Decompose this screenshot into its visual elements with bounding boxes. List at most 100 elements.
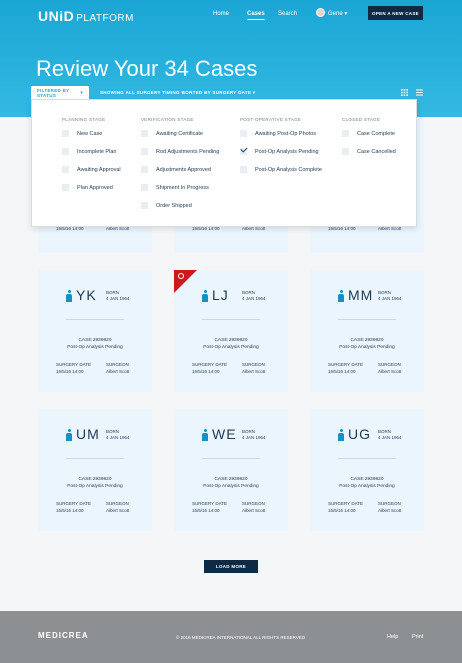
status-option[interactable]: Awaiting Certificate bbox=[141, 130, 203, 137]
checkbox[interactable] bbox=[62, 130, 69, 137]
list-view-icon[interactable] bbox=[416, 89, 423, 96]
alarm-clock-icon bbox=[178, 273, 184, 279]
status-option[interactable]: Post-Op Analysis Pending bbox=[240, 148, 319, 155]
checkbox[interactable] bbox=[240, 166, 247, 173]
surgeon-label: SURGEON bbox=[378, 501, 401, 506]
case-card[interactable]: YK BORN 4 JAN 1964 CASE 2939820 Post-Op A… bbox=[38, 270, 152, 392]
status-option[interactable]: Post-Op Analysis Complete bbox=[240, 166, 322, 173]
surgeon-value: Albert Scott bbox=[242, 369, 266, 374]
surgeon-label: SURGEON bbox=[106, 501, 129, 506]
checkbox[interactable] bbox=[141, 202, 148, 209]
status-option[interactable]: Incomplete Plan bbox=[62, 148, 116, 155]
patient-initials: YK bbox=[76, 287, 97, 303]
born-date: 4 JAN 1964 bbox=[106, 296, 130, 301]
case-card[interactable]: WE BORN 4 JAN 1964 CASE 2939820 Post-Op A… bbox=[174, 409, 288, 531]
surgery-date-value: 15/5/16 14:00 bbox=[328, 508, 356, 513]
status-option[interactable]: Plan Approved bbox=[62, 184, 113, 191]
option-label: Awaiting Approval bbox=[77, 166, 121, 173]
status-option[interactable]: Awaiting Post-Op Photos bbox=[240, 130, 316, 137]
user-menu[interactable]: Gene ▾ bbox=[328, 10, 347, 17]
status-option[interactable]: Awaiting Approval bbox=[62, 166, 121, 173]
person-icon bbox=[66, 429, 72, 441]
checkbox[interactable] bbox=[62, 148, 69, 155]
nav-search[interactable]: Search bbox=[278, 11, 297, 17]
born-info: BORN 4 JAN 1964 bbox=[378, 290, 402, 302]
status-option[interactable]: New Case bbox=[62, 130, 102, 137]
option-label: Plan Approved bbox=[77, 184, 113, 191]
born-date: 4 JAN 1964 bbox=[242, 435, 266, 440]
surgery-date-label: SURGERY DATE bbox=[328, 501, 364, 506]
help-link[interactable]: Help bbox=[387, 634, 398, 640]
person-icon bbox=[202, 429, 208, 441]
surgery-date-value: 15/5/16 14:00 bbox=[192, 508, 220, 513]
nav-home[interactable]: Home bbox=[213, 11, 229, 17]
filter-status-tab[interactable]: FILTERED BY STATUS ▾ bbox=[31, 86, 89, 99]
checkbox-checked[interactable] bbox=[240, 148, 247, 155]
case-card[interactable]: UG BORN 4 JAN 1964 CASE 2939820 Post-Op A… bbox=[310, 409, 424, 531]
option-label: Post-Op Analysis Complete bbox=[255, 166, 322, 173]
status-option[interactable]: Rod Adjustments Pending bbox=[141, 148, 219, 155]
person-icon bbox=[202, 290, 208, 302]
status-filter-panel: PLANNING STAGE New Case Incomplete Plan … bbox=[31, 99, 417, 227]
born-label: BORN bbox=[106, 290, 120, 295]
checkbox[interactable] bbox=[342, 130, 349, 137]
born-date: 4 JAN 1964 bbox=[378, 296, 402, 301]
app-logo[interactable]: UNiD PLATFORM bbox=[38, 8, 134, 24]
option-label: Awaiting Post-Op Photos bbox=[255, 130, 317, 137]
case-card[interactable]: LJ BORN 4 JAN 1964 CASE 2939820 Post-Op A… bbox=[174, 270, 288, 392]
surgeon-value: Albert Scott bbox=[378, 508, 402, 513]
option-label: Incomplete Plan bbox=[77, 148, 117, 155]
status-option[interactable]: Case Cancelled bbox=[342, 148, 396, 155]
checkbox[interactable] bbox=[62, 166, 69, 173]
avatar[interactable] bbox=[316, 8, 325, 17]
patient-initials: LJ bbox=[212, 287, 229, 303]
surgeon-value: Albert Scott bbox=[242, 508, 266, 513]
case-number: CASE 2939820 bbox=[214, 338, 248, 343]
option-label: Case Cancelled bbox=[357, 148, 396, 155]
status-option[interactable]: Shipment In Progress bbox=[141, 184, 209, 191]
surgery-date-label: SURGERY DATE bbox=[328, 362, 364, 367]
born-info: BORN 4 JAN 1964 bbox=[242, 429, 266, 441]
case-card[interactable]: UM BORN 4 JAN 1964 CASE 2939820 Post-Op A… bbox=[38, 409, 152, 531]
print-link[interactable]: Print bbox=[412, 634, 423, 640]
post-operative-stage-title: POST-OPERATIVE STAGE bbox=[240, 117, 302, 122]
status-option[interactable]: Case Complete bbox=[342, 130, 395, 137]
option-label: Shipment In Progress bbox=[156, 184, 209, 191]
status-option[interactable]: Adjustments Approved bbox=[141, 166, 211, 173]
person-icon bbox=[66, 290, 72, 302]
born-date: 4 JAN 1964 bbox=[106, 435, 130, 440]
nav-cases[interactable]: Cases bbox=[247, 11, 265, 20]
checkbox[interactable] bbox=[141, 184, 148, 191]
option-label: Post-Op Analysis Pending bbox=[255, 148, 319, 155]
logo-sub: PLATFORM bbox=[76, 13, 134, 24]
open-new-case-button[interactable]: OPEN A NEW CASE bbox=[368, 6, 423, 20]
chevron-down-icon: ▾ bbox=[344, 11, 348, 17]
option-label: Rod Adjustments Pending bbox=[156, 148, 220, 155]
person-icon bbox=[338, 290, 344, 302]
surgery-date-label: SURGERY DATE bbox=[192, 501, 228, 506]
born-date: 4 JAN 1964 bbox=[242, 296, 266, 301]
case-number: CASE 2939820 bbox=[78, 477, 112, 482]
page-title: Review Your 34 Cases bbox=[36, 56, 258, 81]
load-more-button[interactable]: LOAD MORE bbox=[204, 560, 258, 573]
checkbox[interactable] bbox=[342, 148, 349, 155]
filter-sort-tab[interactable]: SORTED BY SURGERY DATE ▾ bbox=[176, 86, 261, 99]
status-option[interactable]: Order Shipped bbox=[141, 202, 192, 209]
surgery-date-value: 15/5/16 14:00 bbox=[328, 369, 356, 374]
checkbox[interactable] bbox=[141, 148, 148, 155]
footer-logo[interactable]: MEDICREA bbox=[38, 631, 89, 640]
surgeon-value: Albert Scott bbox=[106, 508, 130, 513]
checkbox[interactable] bbox=[240, 130, 247, 137]
case-card[interactable]: MM BORN 4 JAN 1964 CASE 2939820 Post-Op A… bbox=[310, 270, 424, 392]
surgeon-label: SURGEON bbox=[106, 362, 129, 367]
born-label: BORN bbox=[106, 429, 120, 434]
surgery-date-label: SURGERY DATE bbox=[56, 501, 92, 506]
case-status: Post-Op Analysis Pending bbox=[339, 484, 395, 489]
checkbox[interactable] bbox=[141, 130, 148, 137]
grid-view-icon[interactable] bbox=[401, 89, 408, 96]
born-info: BORN 4 JAN 1964 bbox=[242, 290, 266, 302]
checkbox[interactable] bbox=[141, 166, 148, 173]
filter-status-label: FILTERED BY STATUS bbox=[37, 87, 70, 98]
checkbox[interactable] bbox=[62, 184, 69, 191]
divider bbox=[338, 458, 396, 459]
